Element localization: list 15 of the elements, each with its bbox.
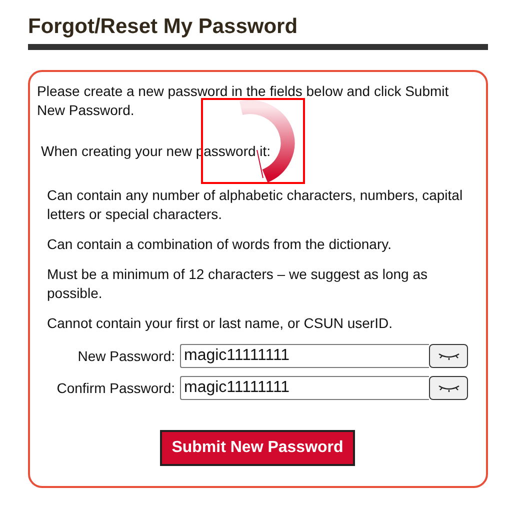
field-label: New Password: bbox=[76, 348, 176, 364]
show-password-button[interactable] bbox=[429, 344, 468, 368]
submit-button[interactable]: Submit New Password bbox=[160, 430, 356, 466]
password-field[interactable]: magic11111111 bbox=[180, 344, 429, 368]
rule-text: Must be a minimum of 12 characters – we suggest as long as possible. bbox=[47, 265, 429, 303]
show-password-button[interactable] bbox=[429, 376, 468, 400]
intro-text: Please create a new password in the fields below and click Submit New Password. bbox=[37, 82, 450, 120]
closed-eye-icon bbox=[436, 383, 460, 393]
page-title: Forgot/Reset My Password bbox=[28, 14, 488, 50]
rule-text: Can contain any number of alphabetic characters, numbers, capital letters or special characters. bbox=[47, 186, 464, 224]
rule-text: Cannot contain your first or last name, or CSUN userID. bbox=[47, 314, 394, 333]
rule-text: Can contain a combination of words from the dictionary. bbox=[47, 235, 392, 254]
password-field[interactable]: magic11111111 bbox=[180, 376, 429, 400]
field-label: Confirm Password: bbox=[56, 380, 176, 396]
closed-eye-icon bbox=[436, 351, 460, 361]
